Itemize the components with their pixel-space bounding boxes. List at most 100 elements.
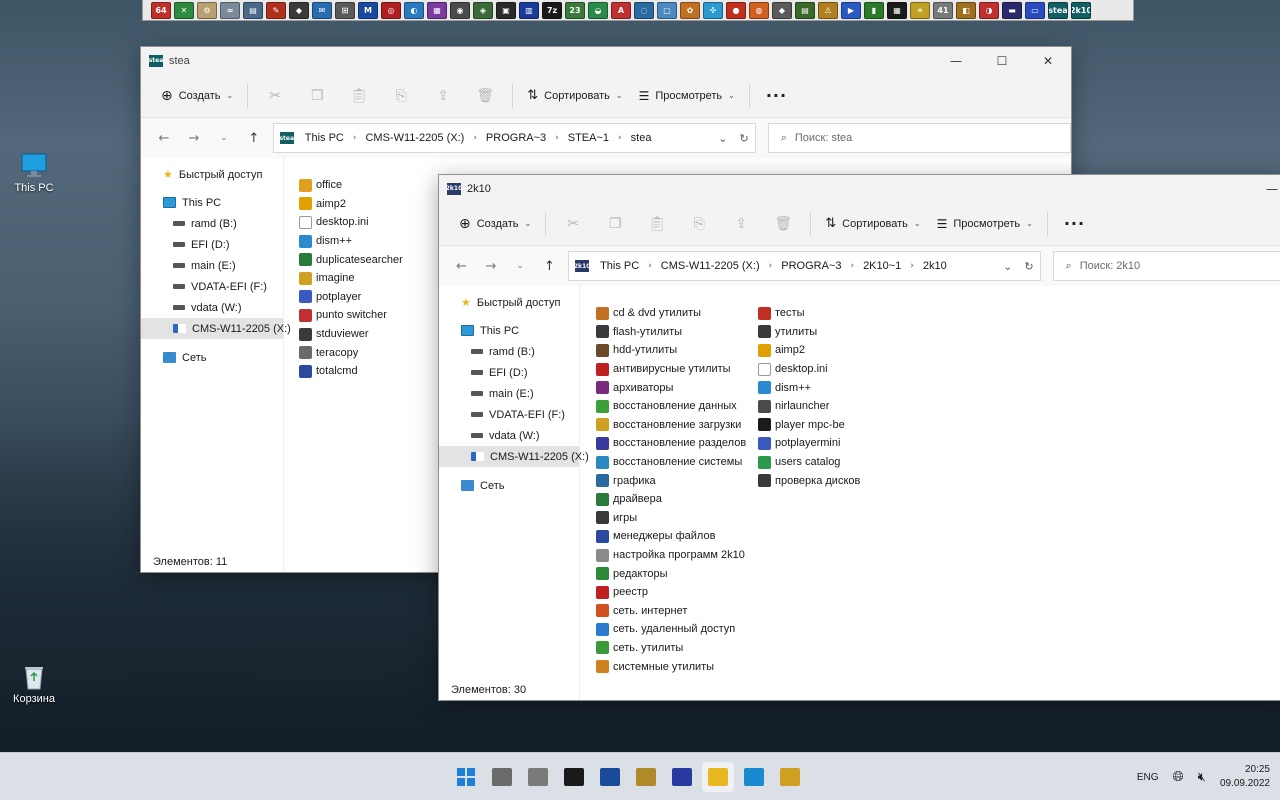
desktop-icon-recycle-bin[interactable]: Корзина <box>2 664 66 705</box>
file-item[interactable]: реестр <box>596 583 746 602</box>
file-item[interactable]: драйвера <box>596 490 746 509</box>
taskbar-app-app-a[interactable] <box>522 762 554 792</box>
nav-item[interactable]: CMS-W11-2205 (X:) <box>141 318 291 339</box>
breadcrumb-stea[interactable]: stea <box>628 132 655 144</box>
maximize-button[interactable]: ☐ <box>979 47 1025 74</box>
history-chevron-icon[interactable]: ⌄ <box>1003 260 1012 273</box>
view-button[interactable]: ☰ Просмотреть ⌄ <box>631 81 743 111</box>
taskbar-app-task-view[interactable] <box>486 762 518 792</box>
view-button[interactable]: ☰ Просмотреть ⌄ <box>929 209 1041 239</box>
taskbar-app-terminal[interactable] <box>558 762 590 792</box>
forward-arrow-icon[interactable]: → <box>476 252 505 280</box>
desktop-icon-this-pc[interactable]: This PC <box>2 153 66 194</box>
2k10-launcher-icon[interactable]: 2k10 <box>1071 1 1091 19</box>
breadcrumb-this-pc[interactable]: This PC <box>597 260 642 272</box>
copy-icon[interactable]: ❐ <box>296 81 338 111</box>
breadcrumb-2k10[interactable]: 2k10 <box>920 260 950 272</box>
search-box[interactable]: ⌕ Поиск: stea <box>767 123 1071 153</box>
copy-icon[interactable]: ❐ <box>594 209 636 239</box>
share-icon[interactable]: ⇪ <box>422 81 464 111</box>
file-item[interactable]: восстановление загрузки <box>596 416 746 435</box>
tool-ad-launcher-icon[interactable]: ▮ <box>864 1 884 19</box>
tool-ab-launcher-icon[interactable]: ⚠ <box>818 1 838 19</box>
stea-launcher-icon[interactable]: stea <box>1048 1 1068 19</box>
tool-w-launcher-icon[interactable]: ✣ <box>703 1 723 19</box>
tool-i-launcher-icon[interactable]: ◎ <box>381 1 401 19</box>
file-item[interactable]: сеть. интернет <box>596 602 746 621</box>
tool-m-launcher-icon[interactable]: ◈ <box>473 1 493 19</box>
nav-item[interactable]: Сеть <box>439 475 579 496</box>
recent-chevron-icon[interactable]: ⌄ <box>209 124 239 152</box>
file-item[interactable]: nirlauncher <box>758 397 860 416</box>
explorer-window-2k10[interactable]: 2k10 2k10 — ⊕ Создать ⌄ ✂ ❐ 📋︎ ⎘ ⇪ 🗑︎ ⇅ Сор… <box>438 174 1280 701</box>
taskbar-app-powershell[interactable] <box>594 762 626 792</box>
breadcrumb-stea1[interactable]: STEA~1 <box>565 132 612 144</box>
file-item[interactable]: восстановление системы <box>596 453 746 472</box>
nav-item[interactable]: Сеть <box>141 347 283 368</box>
create-button[interactable]: ⊕ Создать ⌄ <box>153 81 241 111</box>
file-item[interactable]: графика <box>596 471 746 490</box>
breadcrumb-this-pc[interactable]: This PC <box>302 132 347 144</box>
nav-item[interactable]: ★ Быстрый доступ <box>439 292 579 313</box>
file-item[interactable]: архиваторы <box>596 378 746 397</box>
file-item[interactable]: настройка программ 2k10 <box>596 546 746 565</box>
globe-icon[interactable]: 🌐︎ <box>1173 769 1184 785</box>
search-box[interactable]: ⌕ Поиск: 2k10 <box>1052 251 1280 281</box>
delete-icon[interactable]: 🗑︎ <box>762 209 804 239</box>
tool-h-launcher-icon[interactable]: M <box>358 1 378 19</box>
up-arrow-icon[interactable]: ↑ <box>535 252 564 280</box>
up-arrow-icon[interactable]: ↑ <box>239 124 269 152</box>
back-arrow-icon[interactable]: ← <box>447 252 476 280</box>
taskbar-app-app-c[interactable] <box>774 762 806 792</box>
file-item[interactable]: desktop.ini <box>758 360 860 379</box>
tool-e-launcher-icon[interactable]: ◆ <box>289 1 309 19</box>
tool-a-launcher-icon[interactable]: ⚙ <box>197 1 217 19</box>
rename-icon[interactable]: ⎘ <box>380 81 422 111</box>
tool-u-launcher-icon[interactable]: ▢ <box>657 1 677 19</box>
file-item[interactable]: менеджеры файлов <box>596 527 746 546</box>
paste-icon[interactable]: 📋︎ <box>636 209 678 239</box>
taskbar-app-app-b[interactable] <box>630 762 662 792</box>
tool-o-launcher-icon[interactable]: ▥ <box>519 1 539 19</box>
minimize-button[interactable]: — <box>1257 175 1280 202</box>
tool-l-launcher-icon[interactable]: ◉ <box>450 1 470 19</box>
tool-aj-launcher-icon[interactable]: ▬ <box>1002 1 1022 19</box>
file-item[interactable]: сеть. удаленный доступ <box>596 620 746 639</box>
create-button[interactable]: ⊕ Создать ⌄ <box>451 209 539 239</box>
file-item[interactable]: антивирусные утилиты <box>596 360 746 379</box>
nav-item[interactable]: main (E:) <box>439 383 579 404</box>
cut-icon[interactable]: ✂ <box>552 209 594 239</box>
nav-item[interactable]: This PC <box>439 320 579 341</box>
breadcrumb-2k10-1[interactable]: 2K10~1 <box>860 260 904 272</box>
refresh-icon[interactable]: ↻ <box>739 132 748 145</box>
total-commander-64-launcher-icon[interactable]: 64 <box>151 1 171 19</box>
breadcrumb-progra[interactable]: PROGRA~3 <box>778 260 844 272</box>
paste-icon[interactable]: 📋︎ <box>338 81 380 111</box>
file-item[interactable]: редакторы <box>596 564 746 583</box>
tool-z-launcher-icon[interactable]: ◆ <box>772 1 792 19</box>
more-options-icon[interactable]: ··· <box>756 86 797 105</box>
more-options-icon[interactable]: ··· <box>1054 214 1095 233</box>
nav-item[interactable]: CMS-W11-2205 (X:) <box>439 446 589 467</box>
tool-ah-launcher-icon[interactable]: ◧ <box>956 1 976 19</box>
tool-b-launcher-icon[interactable]: ≈ <box>220 1 240 19</box>
tool-q-launcher-icon[interactable]: 23 <box>565 1 585 19</box>
tool-c-launcher-icon[interactable]: ▤ <box>243 1 263 19</box>
clock[interactable]: 20:25 09.09.2022 <box>1220 763 1270 791</box>
tool-ak-launcher-icon[interactable]: ▭ <box>1025 1 1045 19</box>
tool-ag-launcher-icon[interactable]: 41 <box>933 1 953 19</box>
history-chevron-icon[interactable]: ⌄ <box>718 132 727 145</box>
nav-item[interactable]: vdata (W:) <box>141 297 283 318</box>
nav-item[interactable]: VDATA-EFI (F:) <box>141 276 283 297</box>
tool-y-launcher-icon[interactable]: ◍ <box>749 1 769 19</box>
file-item[interactable]: aimp2 <box>758 341 860 360</box>
share-icon[interactable]: ⇪ <box>720 209 762 239</box>
tool-d-launcher-icon[interactable]: ✎ <box>266 1 286 19</box>
taskbar-app-save[interactable] <box>666 762 698 792</box>
taskbar-app-start[interactable] <box>450 762 482 792</box>
file-item[interactable]: восстановление разделов <box>596 434 746 453</box>
sort-button[interactable]: ⇅ Сортировать ⌄ <box>519 81 630 111</box>
tool-t-launcher-icon[interactable]: ◌ <box>634 1 654 19</box>
file-item[interactable]: hdd-утилиты <box>596 341 746 360</box>
file-item[interactable]: проверка дисков <box>758 471 860 490</box>
